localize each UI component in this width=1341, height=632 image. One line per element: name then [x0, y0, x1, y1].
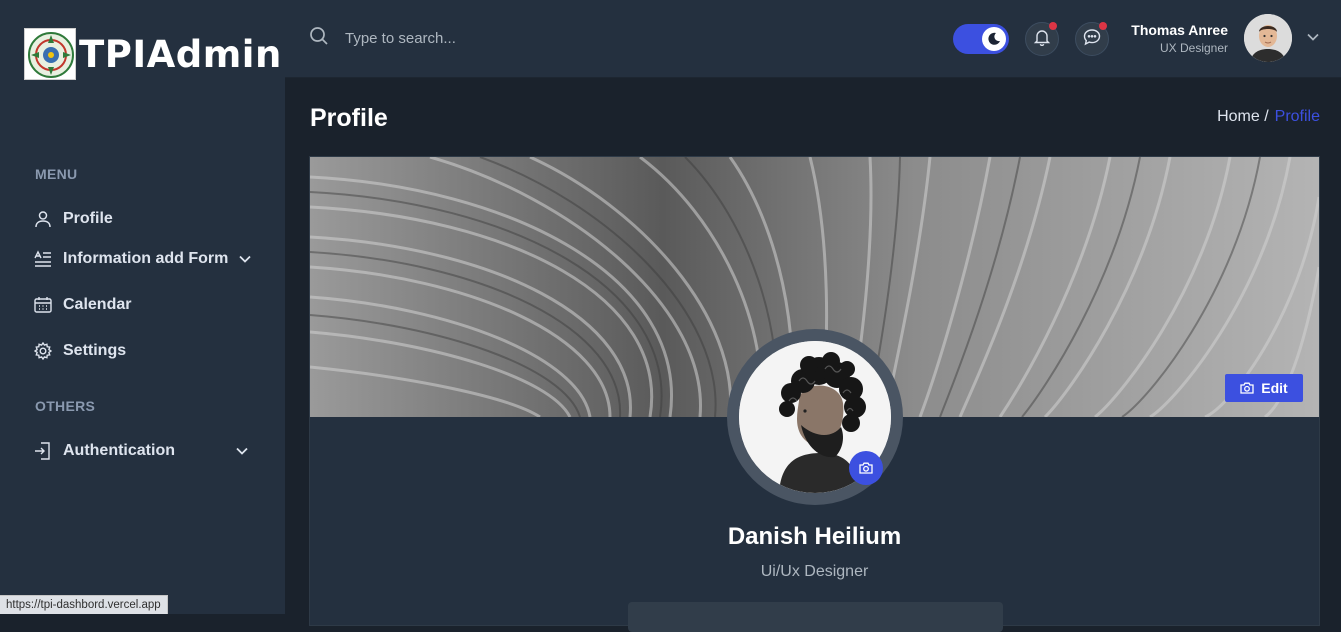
profile-role: Ui/Ux Designer — [760, 563, 869, 580]
sidebar-item-label: Authentication — [63, 442, 175, 459]
message-dot — [1099, 22, 1107, 30]
profile-photo-frame — [727, 329, 903, 505]
chevron-down-icon[interactable] — [1306, 30, 1320, 49]
sidebar-item-label: Information add Form — [63, 250, 229, 267]
notifications-button[interactable] — [1025, 22, 1059, 56]
menu-group-label: MENU — [35, 166, 78, 182]
gear-icon — [34, 342, 52, 360]
search-input[interactable] — [345, 30, 645, 47]
chevron-down-icon[interactable] — [238, 252, 252, 266]
moon-icon — [982, 27, 1006, 51]
change-photo-button[interactable] — [849, 451, 883, 485]
search-icon[interactable] — [309, 26, 329, 51]
profile-name: Danish Heilium — [727, 523, 902, 550]
sidebar-item-information-add-form[interactable]: Information add Form — [34, 250, 252, 268]
messages-button[interactable] — [1075, 22, 1109, 56]
user-name: Thomas Anree — [1131, 22, 1228, 38]
sidebar-item-label: Calendar — [63, 296, 132, 313]
page-title: Profile — [310, 104, 388, 132]
chevron-down-icon[interactable] — [235, 444, 249, 458]
sidebar-item-authentication[interactable]: Authentication — [34, 442, 249, 460]
edit-cover-button[interactable]: Edit — [1225, 374, 1303, 402]
brand-logo[interactable]: TPIAdmin — [24, 28, 282, 80]
avatar[interactable] — [1244, 14, 1292, 62]
breadcrumb-current: Profile — [1274, 108, 1320, 125]
breadcrumb: Home / Profile — [1217, 108, 1320, 126]
profile-card: Edit Danish Heilium Ui/Ux Designer — [309, 156, 1320, 632]
login-icon — [34, 442, 52, 460]
browser-status-url: https://tpi-dashbord.vercel.app — [0, 595, 168, 614]
sidebar-item-label: Settings — [63, 342, 127, 359]
sidebar-item-profile[interactable]: Profile — [34, 210, 113, 228]
sidebar-item-calendar[interactable]: Calendar — [34, 296, 131, 314]
logo-emblem-icon — [24, 28, 76, 80]
sidebar: TPIAdmin MENU Profile Information add Fo… — [0, 0, 285, 614]
user-icon — [34, 210, 52, 228]
chat-icon — [1083, 28, 1101, 51]
calendar-icon — [34, 296, 52, 314]
camera-icon — [1240, 382, 1254, 394]
camera-icon — [859, 462, 873, 474]
breadcrumb-home-link[interactable]: Home / — [1217, 108, 1269, 126]
top-header: Thomas Anree UX Designer — [285, 0, 1341, 78]
sidebar-item-label: Profile — [63, 210, 113, 227]
user-role: UX Designer — [1159, 41, 1228, 55]
brand-title: TPIAdmin — [79, 32, 282, 76]
edit-cover-label: Edit — [1261, 380, 1288, 396]
user-info[interactable]: Thomas Anree UX Designer — [1131, 22, 1228, 55]
notification-dot — [1049, 22, 1057, 30]
sidebar-item-settings[interactable]: Settings — [34, 342, 126, 360]
bell-icon — [1033, 28, 1051, 51]
others-group-label: OTHERS — [35, 398, 96, 414]
search-bar — [309, 26, 645, 51]
dark-mode-toggle[interactable] — [953, 24, 1009, 54]
form-icon — [34, 250, 52, 268]
profile-stats-bar — [628, 602, 1003, 632]
